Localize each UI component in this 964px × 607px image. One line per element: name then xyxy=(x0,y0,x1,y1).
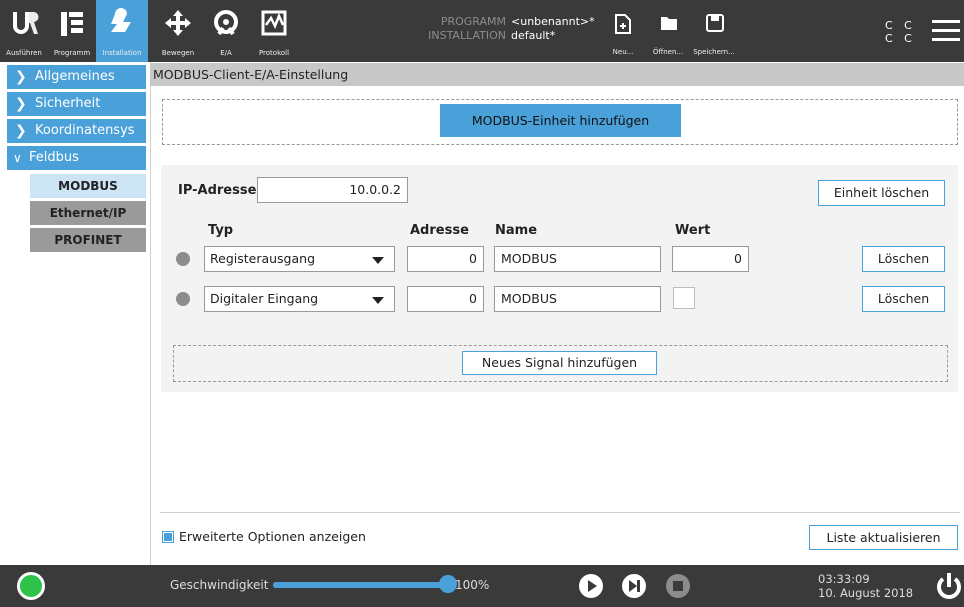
bottom-status-bar: Geschwindigkeit 100% 03:33:09 10. August… xyxy=(0,565,964,607)
speed-value: 100% xyxy=(455,578,490,592)
signal-type-value: Digitaler Eingang xyxy=(210,291,319,306)
folder-icon xyxy=(661,17,677,30)
add-signal-button[interactable]: Neues Signal hinzufügen xyxy=(462,351,657,375)
tab-program[interactable]: Programm xyxy=(48,0,96,62)
delete-signal-button[interactable]: Löschen xyxy=(862,246,945,272)
new-file-icon xyxy=(615,14,631,34)
sidebar-divider xyxy=(150,62,151,565)
open-button[interactable]: Öffnen... xyxy=(648,0,688,62)
move-icon xyxy=(165,10,191,36)
add-modbus-unit-button[interactable]: MODBUS-Einheit hinzufügen xyxy=(440,104,681,137)
tab-run-label: Ausführen xyxy=(6,49,42,57)
stop-icon xyxy=(673,581,683,591)
column-name-header: Name xyxy=(495,223,538,238)
column-type-header: Typ xyxy=(208,223,234,238)
installation-icon xyxy=(111,8,131,32)
save-button-label: Speichern... xyxy=(693,48,735,56)
step-button[interactable] xyxy=(622,574,646,598)
date: 10. August 2018 xyxy=(818,586,914,600)
signal-status-indicator xyxy=(176,292,190,306)
chevron-right-icon: ❯ xyxy=(15,123,27,139)
sidebar-item-safety[interactable]: ❯ Sicherheit xyxy=(7,92,146,116)
sidebar-subitem-ethernet-ip[interactable]: Ethernet/IP xyxy=(30,201,146,225)
clock: 03:33:09 10. August 2018 xyxy=(818,572,913,600)
column-value-header: Wert xyxy=(675,223,711,238)
step-forward-icon xyxy=(629,580,640,592)
open-button-label: Öffnen... xyxy=(652,48,684,56)
save-button[interactable]: Speichern... xyxy=(693,0,735,62)
sidebar-item-label: Koordinatensys xyxy=(35,123,135,138)
delete-unit-button[interactable]: Einheit löschen xyxy=(818,180,945,206)
dropdown-arrow-icon xyxy=(372,257,384,264)
signal-type-value: Registerausgang xyxy=(210,251,316,266)
refresh-list-button[interactable]: Liste aktualisieren xyxy=(809,525,958,550)
save-icon xyxy=(706,14,724,32)
modbus-unit-panel: IP-Adresse 10.0.0.2 Einheit löschen Typ … xyxy=(161,165,958,392)
io-icon xyxy=(214,10,238,36)
speed-slider-fill xyxy=(273,582,448,588)
log-icon xyxy=(261,10,287,36)
chevron-down-icon: ∨ xyxy=(13,151,22,165)
cc-line-1: C C xyxy=(885,19,916,32)
signal-type-select[interactable]: Digitaler Eingang xyxy=(204,286,395,312)
sidebar-item-label: Allgemeines xyxy=(35,69,115,84)
sidebar: ❯ Allgemeines ❯ Sicherheit ❯ Koordinaten… xyxy=(0,62,148,565)
section-title: MODBUS-Client-E/A-Einstellung xyxy=(150,63,964,86)
top-toolbar: Ausführen Programm Installation Bewegen … xyxy=(0,0,964,62)
tab-io-label: E/A xyxy=(220,49,232,57)
divider xyxy=(160,512,960,513)
ip-address-input[interactable]: 10.0.0.2 xyxy=(257,177,408,203)
time: 03:33:09 xyxy=(818,572,870,586)
chevron-right-icon: ❯ xyxy=(15,96,27,112)
installation-value: default* xyxy=(511,29,556,42)
sidebar-item-label: Sicherheit xyxy=(35,96,101,111)
dropdown-arrow-icon xyxy=(372,297,384,304)
signal-address-input[interactable]: 0 xyxy=(407,286,484,312)
tab-log[interactable]: Protokoll xyxy=(250,0,298,62)
tab-installation-label: Installation xyxy=(102,49,142,57)
sidebar-item-fieldbus[interactable]: ∨ Feldbus xyxy=(7,146,146,170)
cc-indicator: C C C C xyxy=(885,19,916,45)
signal-address-input[interactable]: 0 xyxy=(407,246,484,272)
sidebar-item-label: Feldbus xyxy=(29,150,79,165)
new-button[interactable]: Neu... xyxy=(603,0,643,62)
signal-type-select[interactable]: Registerausgang xyxy=(204,246,395,272)
tab-move[interactable]: Bewegen xyxy=(154,0,202,62)
tab-installation[interactable]: Installation xyxy=(96,0,148,62)
hamburger-menu-icon[interactable] xyxy=(932,20,960,42)
tab-program-label: Programm xyxy=(53,49,91,57)
ur-logo-icon xyxy=(13,11,39,34)
signal-value-input[interactable]: 0 xyxy=(672,246,749,272)
sidebar-item-coordinates[interactable]: ❯ Koordinatensys xyxy=(7,119,146,143)
speed-label: Geschwindigkeit xyxy=(170,578,269,592)
signal-name-input[interactable]: MODBUS xyxy=(494,246,661,272)
cc-line-2: C C xyxy=(885,32,916,45)
robot-status-icon[interactable] xyxy=(17,572,45,600)
ip-address-label: IP-Adresse xyxy=(178,183,257,198)
tab-io[interactable]: E/A xyxy=(202,0,250,62)
installation-key: INSTALLATION xyxy=(428,29,506,42)
signal-status-indicator xyxy=(176,252,190,266)
signal-name-input[interactable]: MODBUS xyxy=(494,286,661,312)
column-address-header: Adresse xyxy=(410,223,469,238)
play-button[interactable] xyxy=(579,574,603,598)
sidebar-subitem-modbus[interactable]: MODBUS xyxy=(30,174,146,198)
play-icon xyxy=(588,580,597,592)
speed-slider[interactable] xyxy=(273,582,448,588)
advanced-options-checkbox[interactable] xyxy=(162,531,174,543)
chevron-right-icon: ❯ xyxy=(15,69,27,85)
program-icon xyxy=(61,12,83,36)
advanced-options-label: Erweiterte Optionen anzeigen xyxy=(179,529,366,544)
sidebar-item-general[interactable]: ❯ Allgemeines xyxy=(7,65,146,89)
stop-button[interactable] xyxy=(666,574,690,598)
delete-signal-button[interactable]: Löschen xyxy=(862,286,945,312)
signal-value-checkbox[interactable] xyxy=(673,287,695,309)
tab-run[interactable]: Ausführen xyxy=(0,0,48,62)
sidebar-subitem-profinet[interactable]: PROFINET xyxy=(30,228,146,252)
tab-move-label: Bewegen xyxy=(161,49,195,57)
tab-log-label: Protokoll xyxy=(258,49,290,57)
power-icon[interactable] xyxy=(934,571,964,601)
